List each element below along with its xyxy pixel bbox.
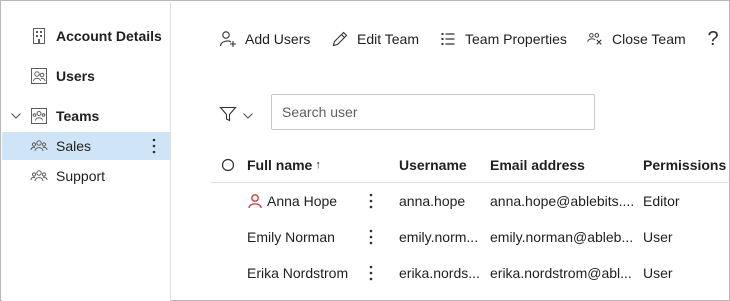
sidebar-item-users[interactable]: Users [2,62,170,90]
username-cell: emily.norm... [399,229,479,245]
filter-button[interactable] [219,101,259,127]
username-cell: erika.nords... [399,265,480,281]
add-users-button[interactable]: Add Users [219,25,310,53]
full-name-cell: Emily Norman [247,219,335,255]
filter-icon [219,106,237,122]
column-label: Permissions [643,157,727,173]
chevron-down-icon[interactable] [10,110,22,122]
pencil-icon [331,30,349,48]
sidebar-item-label: Teams [56,108,100,124]
email-cell: anna.hope@ablebits.... [490,193,635,209]
close-team-icon [586,30,604,48]
sidebar-item-teams[interactable]: Teams [2,102,170,130]
sidebar: Account Details Users Teams Sales Suppor… [2,2,171,301]
column-header-full-name[interactable]: Full name ↑ [247,153,321,177]
users-icon [30,67,48,85]
sidebar-item-sales[interactable]: Sales [2,132,170,160]
select-all-radio[interactable] [221,153,235,177]
team-icon [30,137,48,155]
sidebar-item-support[interactable]: Support [2,162,170,190]
full-name: Erika Nordstrom [247,265,349,281]
close-team-label: Close Team [612,31,686,47]
search-input[interactable] [271,94,595,130]
table-row[interactable]: Erika Nordstrom erika.nords... erika.nor… [211,255,730,291]
help-button[interactable]: ? [705,25,721,53]
table-row[interactable]: Anna Hope anna.hope anna.hope@ablebits..… [211,183,730,219]
full-name-cell: Anna Hope [247,183,337,219]
permissions-cell: User [643,229,673,245]
full-name-cell: Erika Nordstrom [247,255,348,291]
owner-icon [248,194,262,209]
column-label: Email address [490,157,585,173]
full-name: Anna Hope [267,193,338,209]
sidebar-item-label: Support [56,168,106,184]
permissions-cell: Editor [643,193,680,209]
chevron-down-icon [243,113,253,119]
row-more-options-icon[interactable] [363,263,379,283]
sidebar-item-label: Users [56,68,95,84]
email-cell: erika.nordstrom@abl... [490,265,632,281]
sidebar-item-account-details[interactable]: Account Details [2,22,170,50]
more-options-icon[interactable] [146,136,162,156]
full-name: Emily Norman [247,229,335,245]
team-properties-label: Team Properties [465,31,567,47]
column-header-email[interactable]: Email address [490,153,585,177]
add-users-label: Add Users [245,31,311,47]
team-icon [30,167,48,185]
edit-team-button[interactable]: Edit Team [331,25,419,53]
add-user-icon [219,30,237,48]
column-header-username[interactable]: Username [399,153,467,177]
app-window: Account Details Users Teams Sales Suppor… [0,0,730,301]
close-team-button[interactable]: Close Team [586,25,686,53]
username-cell: anna.hope [399,193,466,209]
sidebar-item-label: Account Details [56,28,162,44]
edit-team-label: Edit Team [357,31,419,47]
row-more-options-icon[interactable] [363,227,379,247]
column-label: Username [399,157,467,173]
email-cell: emily.norman@ableb... [490,229,634,245]
list-icon [439,30,457,48]
column-label: Full name [247,157,313,173]
team-icon [30,107,48,125]
column-header-permissions[interactable]: Permissions [643,153,726,177]
row-more-options-icon[interactable] [363,191,379,211]
sidebar-item-label: Sales [56,138,92,154]
permissions-cell: User [643,265,673,281]
table-row[interactable]: Emily Norman emily.norm... emily.norman@… [211,219,730,255]
building-icon [30,27,48,45]
sort-ascending-icon: ↑ [315,159,321,171]
team-properties-button[interactable]: Team Properties [439,25,567,53]
